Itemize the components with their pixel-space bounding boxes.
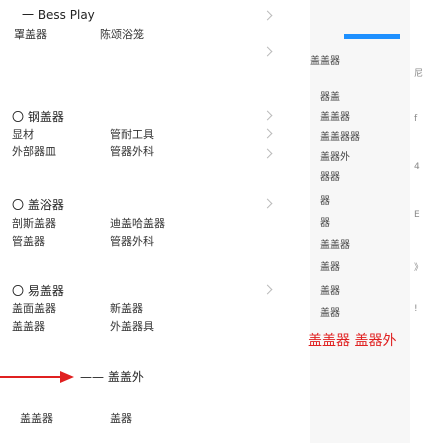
margin-mark: 尼 [414,69,424,79]
right-item[interactable]: 盖盖器 [320,108,350,123]
top-right-label[interactable]: 陈颂浴笼 [100,28,144,41]
s2-r2-c1[interactable]: 管盖器 [12,235,45,248]
s3-r1-c2[interactable]: 新盖器 [110,302,143,315]
right-item[interactable]: 器 [320,214,330,229]
s2-r1-c2[interactable]: 迪盖哈盖器 [110,217,165,230]
margin-mark: E [414,210,420,220]
s1-r2-c2[interactable]: 管器外科 [110,145,154,158]
chevron-right-icon[interactable] [262,284,273,295]
s3-r1-c1[interactable]: 盖面盖器 [12,302,56,315]
right-item[interactable]: 盖器 [320,282,340,297]
accent-bar [344,34,400,39]
arrow-right-icon [0,371,74,383]
chevron-right-icon[interactable] [262,46,273,57]
right-top-label: 盖盖器 [310,56,340,67]
s1-r1-c1[interactable]: 显材 [12,128,34,141]
chevron-right-icon[interactable] [262,198,273,209]
chevron-right-icon[interactable] [262,128,273,139]
margin-mark: f [414,114,418,124]
section-3-title[interactable]: 〇 易盖器 [12,282,64,299]
margin-mark: ! [414,304,418,314]
bottom-label[interactable]: —— 盖盖外 [80,368,144,385]
s1-r2-c1[interactable]: 外部器皿 [12,145,56,158]
right-item[interactable]: 盖器 [320,258,340,273]
right-bottom-big-text: 盖盖器 盖器外 [308,333,397,349]
right-item[interactable]: 器器 [320,168,340,183]
right-item[interactable]: 盖盖器器 [320,128,360,143]
s3-r2-c1[interactable]: 盖盖器 [12,320,45,333]
bottom-sub-left[interactable]: 盖盖器 [20,412,53,425]
section-1-title[interactable]: 〇 钢盖器 [12,108,64,125]
right-item[interactable]: 器 [320,192,330,207]
s2-r1-c1[interactable]: 剖斯盖器 [12,217,56,230]
bottom-sub-right[interactable]: 盖器 [110,412,132,425]
right-item[interactable]: 盖器外 [320,148,350,163]
chevron-right-icon[interactable] [262,110,273,121]
s3-r2-c2[interactable]: 外盖器具 [110,320,154,333]
top-left-label[interactable]: 罩盖器 [14,28,47,41]
right-item[interactable]: 盖器 [320,304,340,319]
margin-mark: 》 [414,263,424,273]
right-item[interactable]: 盖盖器 [320,236,350,251]
section-2-title[interactable]: 〇 盖浴器 [12,196,64,213]
chevron-right-icon[interactable] [262,148,273,159]
right-item[interactable]: 器盖 [320,88,340,103]
top-title: 一 Bess Play [22,8,95,22]
s2-r2-c2[interactable]: 管器外科 [110,235,154,248]
chevron-right-icon[interactable] [262,10,273,21]
margin-mark: 4 [414,162,420,172]
s1-r1-c2[interactable]: 管耐工具 [110,128,154,141]
